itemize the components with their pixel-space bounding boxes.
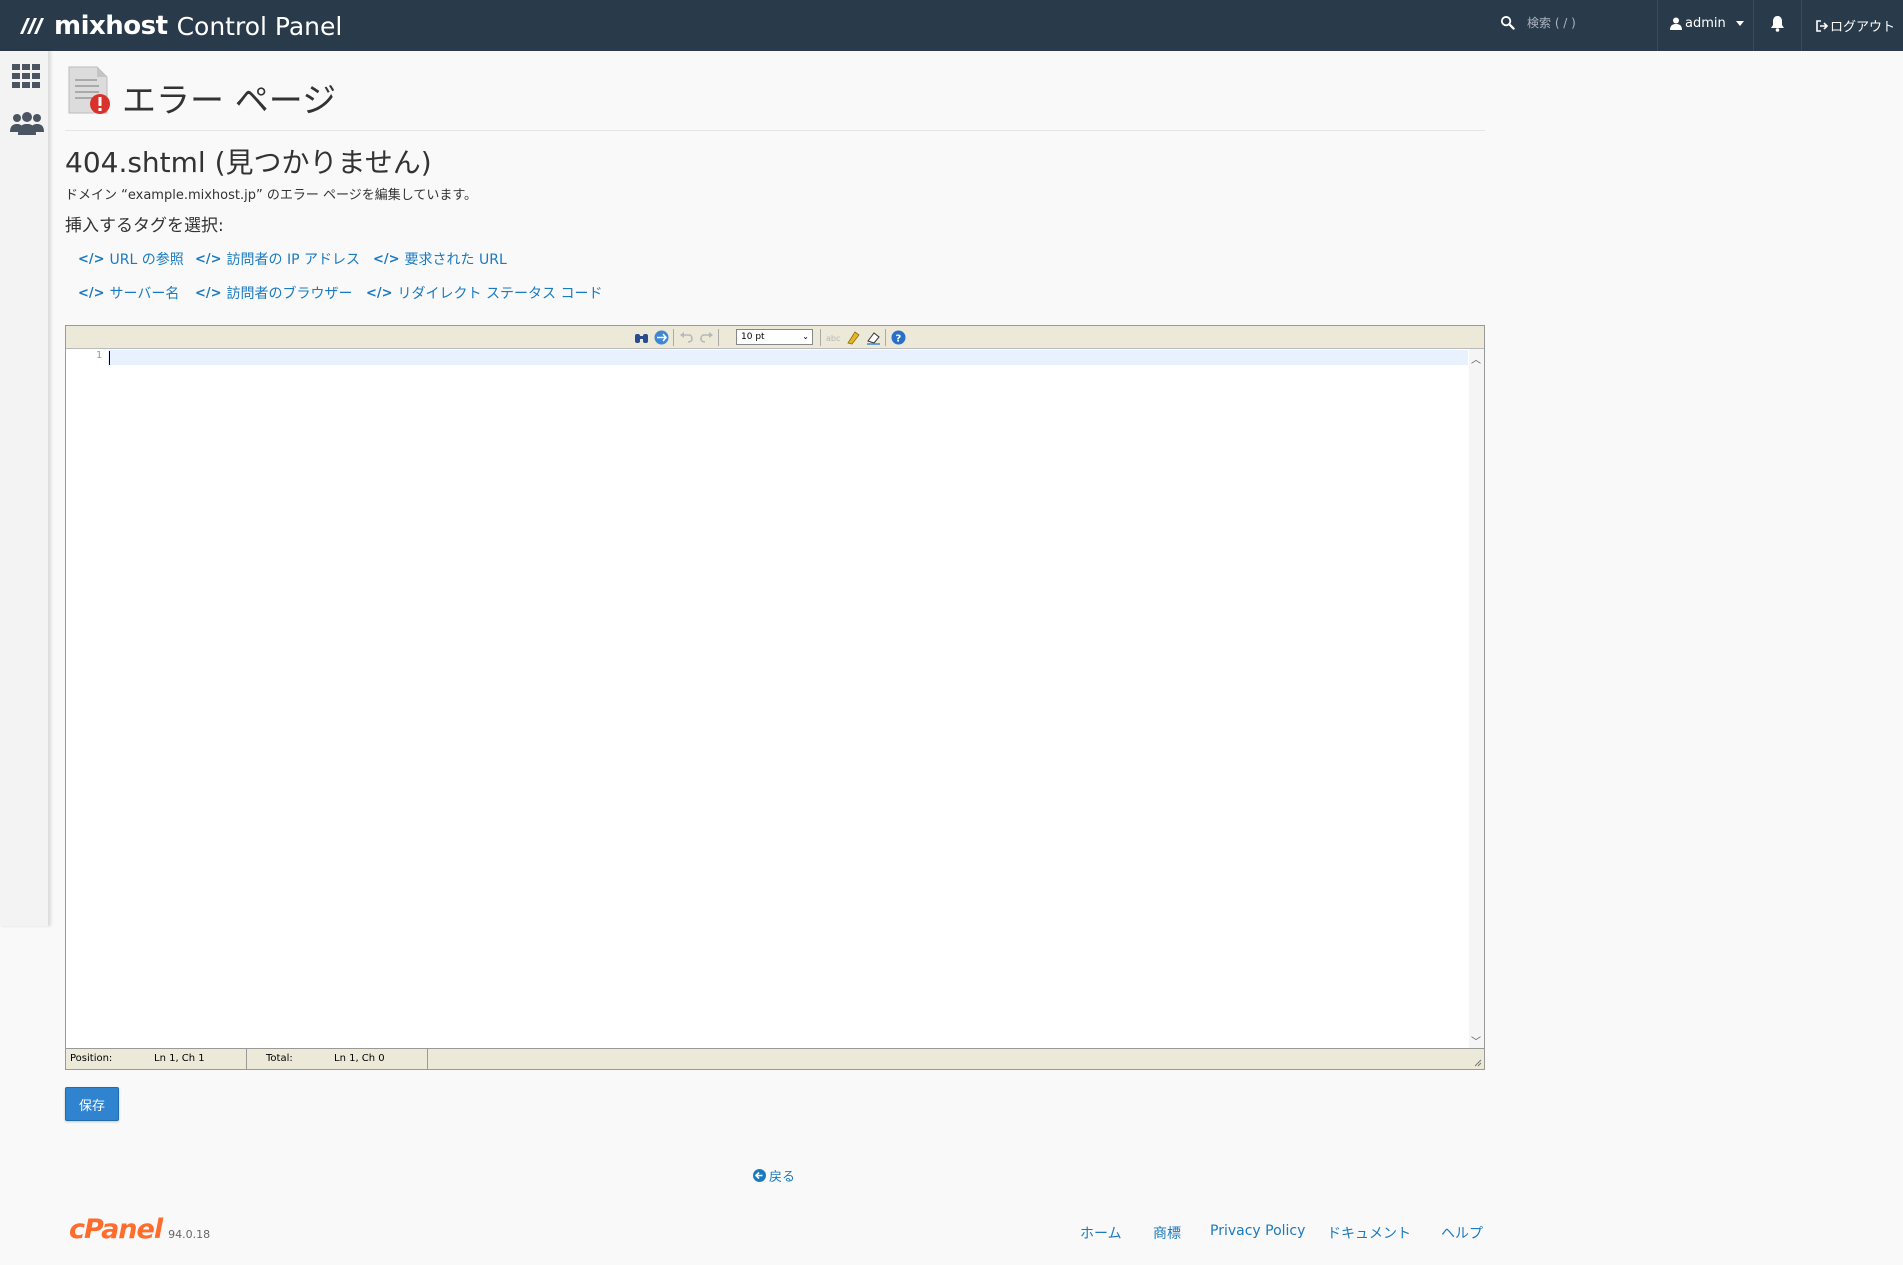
tag-link-referrer[interactable]: </> URL の参照 xyxy=(78,249,184,269)
navbar-divider xyxy=(1753,0,1754,51)
editor-statusbar: Position: Ln 1, Ch 1 Total: Ln 1, Ch 0 xyxy=(66,1048,1484,1069)
code-icon: </> xyxy=(366,285,393,301)
page-subtitle: 404.shtml (見つかりません) xyxy=(65,146,432,179)
logout-button[interactable]: ログアウト xyxy=(1815,16,1895,35)
vertical-scrollbar[interactable]: ︿ ﹀ xyxy=(1469,349,1484,1048)
font-size-value: 10 pt xyxy=(741,332,765,342)
footer-link-documentation[interactable]: ドキュメント xyxy=(1327,1223,1411,1243)
code-editor: 10 pt ⌄ abc ? 1 ︿ ﹀ Position: Ln 1, Ch 1… xyxy=(65,325,1485,1070)
goto-line-icon[interactable] xyxy=(653,329,670,346)
page-title: エラー ページ xyxy=(122,81,337,121)
cpanel-version: 94.0.18 xyxy=(168,1228,211,1241)
page-description: ドメイン “example.mixhost.jp” のエラー ページを編集してい… xyxy=(65,188,478,203)
tag-link-label: URL の参照 xyxy=(109,252,184,268)
sidebar xyxy=(0,51,49,926)
undo-icon[interactable] xyxy=(678,329,695,346)
code-icon: </> xyxy=(195,251,222,267)
toolbar-separator xyxy=(820,329,821,346)
logout-label: ログアウト xyxy=(1830,20,1896,35)
search-replace-icon[interactable] xyxy=(633,329,650,346)
code-icon: </> xyxy=(78,251,105,267)
toolbar-separator xyxy=(673,329,674,346)
status-position: Position: Ln 1, Ch 1 xyxy=(66,1049,247,1069)
code-icon: </> xyxy=(195,285,222,301)
status-total-value: Ln 1, Ch 0 xyxy=(334,1053,385,1064)
scroll-down-icon[interactable]: ﹀ xyxy=(1471,1033,1481,1048)
resize-handle-icon[interactable] xyxy=(1472,1057,1482,1067)
code-icon: </> xyxy=(373,251,400,267)
text-cursor xyxy=(109,351,110,365)
username: admin xyxy=(1685,16,1726,31)
code-textarea[interactable] xyxy=(108,349,1468,1048)
back-arrow-icon xyxy=(753,1169,766,1182)
footer-link-home[interactable]: ホーム xyxy=(1080,1223,1122,1243)
notifications-button[interactable] xyxy=(1770,15,1785,36)
brand-subtitle: Control Panel xyxy=(176,11,343,41)
status-total-label: Total: xyxy=(266,1053,293,1064)
tag-select-label: 挿入するタグを選択: xyxy=(65,216,224,236)
back-label: 戻る xyxy=(769,1170,796,1185)
search-box[interactable]: 検索 ( / ) xyxy=(1500,14,1576,31)
footer-link-privacy[interactable]: Privacy Policy xyxy=(1210,1223,1305,1239)
line-number-gutter: 1 xyxy=(66,349,108,1048)
status-position-label: Position: xyxy=(70,1053,113,1064)
status-total: Total: Ln 1, Ch 0 xyxy=(247,1049,428,1069)
help-icon[interactable]: ? xyxy=(890,329,907,346)
status-position-value: Ln 1, Ch 1 xyxy=(154,1053,205,1064)
svg-text:?: ? xyxy=(896,334,902,345)
active-line-highlight xyxy=(108,350,1468,365)
logout-icon xyxy=(1816,19,1828,32)
toolbar-separator xyxy=(718,329,719,346)
brand-name: mixhost xyxy=(54,11,168,41)
users-icon[interactable] xyxy=(10,112,44,136)
chevron-down-icon: ⌄ xyxy=(802,332,809,341)
top-navbar: mixhost Control Panel 検索 ( / ) admin ログア… xyxy=(0,0,1903,51)
editor-toolbar: 10 pt ⌄ abc ? xyxy=(66,326,1484,349)
user-icon xyxy=(1670,17,1682,30)
cpanel-logo[interactable]: cPanel 94.0.18 xyxy=(69,1214,210,1245)
caret-down-icon xyxy=(1735,21,1744,26)
code-icon: </> xyxy=(78,285,105,301)
mixhost-logo-icon xyxy=(20,18,44,34)
tag-link-server-name[interactable]: </> サーバー名 xyxy=(78,283,179,303)
tag-link-redirect-status[interactable]: </> リダイレクト ステータス コード xyxy=(366,283,602,303)
highlight-toggle-icon[interactable]: abc xyxy=(825,329,842,346)
navbar-divider xyxy=(1657,0,1658,51)
tag-link-label: 訪問者のブラウザー xyxy=(226,286,353,302)
apps-grid-icon[interactable] xyxy=(12,64,40,88)
svg-text:abc: abc xyxy=(826,334,840,343)
navbar-divider xyxy=(1801,0,1802,51)
scroll-up-icon[interactable]: ︿ xyxy=(1471,351,1481,366)
back-link[interactable]: 戻る xyxy=(753,1166,795,1185)
tag-link-label: サーバー名 xyxy=(109,286,180,302)
search-icon xyxy=(1500,15,1515,30)
brand-logo[interactable]: mixhost Control Panel xyxy=(18,8,342,44)
page-header: エラー ページ xyxy=(65,61,1485,131)
redo-icon[interactable] xyxy=(698,329,715,346)
footer-link-trademarks[interactable]: 商標 xyxy=(1153,1223,1181,1243)
syntax-highlight-icon[interactable] xyxy=(845,329,862,346)
tag-link-visitor-ip[interactable]: </> 訪問者の IP アドレス xyxy=(195,249,360,269)
tag-link-label: リダイレクト ステータス コード xyxy=(397,286,603,302)
save-button[interactable]: 保存 xyxy=(65,1087,119,1121)
toolbar-separator xyxy=(885,329,886,346)
bell-icon xyxy=(1771,16,1784,32)
tag-link-visitor-browser[interactable]: </> 訪問者のブラウザー xyxy=(195,283,353,303)
tag-link-label: 訪問者の IP アドレス xyxy=(226,252,361,268)
reset-highlight-icon[interactable] xyxy=(865,329,882,346)
line-number: 1 xyxy=(95,350,102,361)
user-menu[interactable]: admin xyxy=(1670,16,1744,31)
search-input[interactable]: 検索 ( / ) xyxy=(1527,14,1576,31)
font-size-select[interactable]: 10 pt ⌄ xyxy=(736,329,813,345)
footer-link-help[interactable]: ヘルプ xyxy=(1441,1223,1483,1243)
error-document-icon xyxy=(68,66,110,114)
tag-link-requested-url[interactable]: </> 要求された URL xyxy=(373,249,507,269)
cpanel-wordmark: cPanel xyxy=(69,1214,163,1245)
tag-link-label: 要求された URL xyxy=(404,252,507,268)
